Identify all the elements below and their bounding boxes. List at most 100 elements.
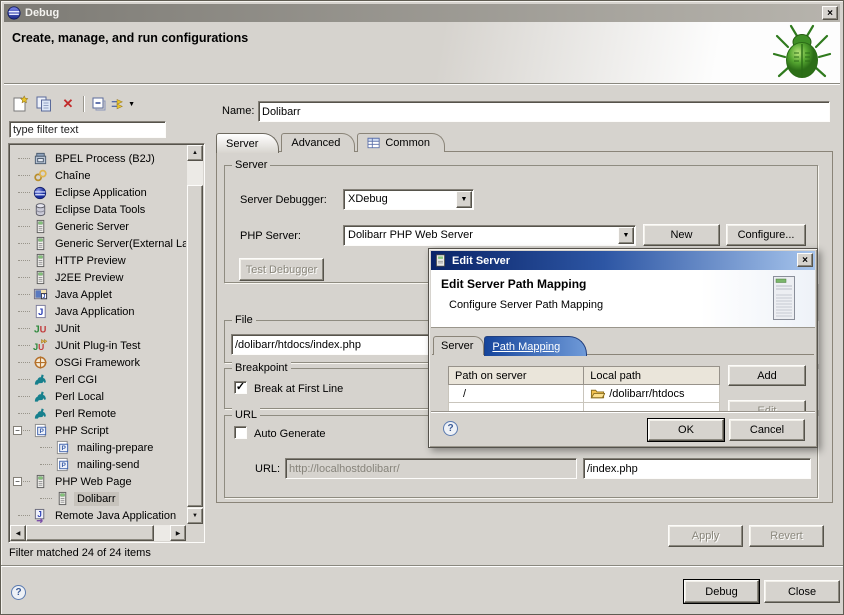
svg-text:J: J	[42, 294, 45, 300]
filter-icon	[111, 96, 126, 112]
server-debugger-label: Server Debugger:	[240, 194, 327, 206]
tree-item[interactable]: OSGi Framework	[10, 354, 186, 371]
vertical-scroll-thumb[interactable]	[187, 185, 203, 507]
close-dialog-button[interactable]: Close	[764, 580, 840, 603]
filter-status: Filter matched 24 of 24 items	[9, 547, 151, 559]
name-input[interactable]	[258, 101, 830, 122]
perl-icon	[32, 406, 48, 422]
dialog-tabs: Server Path Mapping	[433, 335, 587, 355]
revert-button[interactable]: Revert	[749, 525, 824, 547]
scroll-left-button[interactable]: ◀	[10, 525, 26, 541]
scroll-right-button[interactable]: ▶	[170, 525, 186, 541]
perl-icon	[32, 389, 48, 405]
cancel-button[interactable]: Cancel	[729, 419, 805, 441]
horizontal-scroll-thumb[interactable]	[26, 525, 154, 541]
server-debugger-combo[interactable]: XDebug ▼	[343, 189, 474, 210]
server-icon	[32, 270, 48, 286]
php-server-label: PHP Server:	[240, 230, 301, 242]
tree-item[interactable]: JJava Applet	[10, 286, 186, 303]
launch-types-panel: ✕ ▼ BPEL Proces	[6, 88, 209, 565]
tree-item[interactable]: JUJUnit	[10, 320, 186, 337]
dialog-header: Edit Server Path Mapping Configure Serve…	[431, 270, 815, 328]
tree-item[interactable]: Perl CGI	[10, 371, 186, 388]
help-button[interactable]: ?	[11, 585, 26, 600]
tree-item[interactable]: J2EE Preview	[10, 269, 186, 286]
configure-server-button[interactable]: Configure...	[726, 224, 806, 246]
tree-item[interactable]: JRemote Java Application	[10, 507, 186, 524]
tree-item[interactable]: Perl Remote	[10, 405, 186, 422]
chain-icon	[32, 168, 48, 184]
tab-server-settings[interactable]: Server	[433, 336, 484, 355]
tree-item[interactable]: −PHP Web Page	[10, 473, 186, 490]
column-local-path[interactable]: Local path	[584, 367, 720, 385]
close-icon: ×	[802, 255, 808, 266]
debug-button[interactable]: Debug	[684, 580, 759, 603]
junit-icon: JU	[32, 321, 48, 337]
apply-button[interactable]: Apply	[668, 525, 743, 547]
column-path-on-server[interactable]: Path on server	[449, 367, 584, 385]
tree-item[interactable]: Eclipse Data Tools	[10, 201, 186, 218]
tree-item[interactable]: BPEL Process (B2J)	[10, 150, 186, 167]
tree-item[interactable]: Chaîne	[10, 167, 186, 184]
duplicate-button[interactable]	[32, 93, 56, 115]
tree-item[interactable]: JUJUnit Plug-in Test	[10, 337, 186, 354]
collapse-expander[interactable]: −	[13, 477, 22, 486]
tab-advanced[interactable]: Advanced	[281, 133, 355, 152]
scroll-up-button[interactable]: ▲	[187, 145, 203, 161]
tree-item[interactable]: Pmailing-send	[10, 456, 186, 473]
banner: Create, manage, and run configurations	[4, 22, 840, 84]
ok-button[interactable]: OK	[648, 419, 724, 441]
url-path-input[interactable]	[583, 458, 811, 479]
new-configuration-button[interactable]	[8, 93, 32, 115]
collapse-all-icon	[90, 95, 108, 113]
auto-generate-checkbox[interactable]	[234, 426, 247, 439]
tree-item[interactable]: Eclipse Application	[10, 184, 186, 201]
dialog-help-button[interactable]: ?	[443, 421, 458, 436]
dialog-title: Edit Server	[452, 255, 510, 267]
break-first-line-checkbox[interactable]: ✓	[234, 381, 247, 394]
test-debugger-button[interactable]: Test Debugger	[239, 258, 324, 281]
tab-common[interactable]: Common	[357, 133, 445, 152]
table-row[interactable]: / /dolibarr/htdocs	[449, 385, 720, 403]
tree-item[interactable]: −PPHP Script	[10, 422, 186, 439]
dialog-button-bar: ? OK Cancel	[431, 411, 815, 445]
tree-item-selected[interactable]: Dolibarr	[10, 490, 186, 507]
new-server-button[interactable]: New	[643, 224, 720, 246]
add-mapping-button[interactable]: Add	[728, 365, 806, 386]
tree-item[interactable]: JJava Application	[10, 303, 186, 320]
php-file-icon: P	[54, 457, 70, 473]
tree-item[interactable]: Generic Server(External La	[10, 235, 186, 252]
tree-item[interactable]: HTTP Preview	[10, 252, 186, 269]
osgi-framework-icon	[32, 355, 48, 371]
dialog-title-bar: Edit Server ×	[431, 251, 815, 270]
filter-button[interactable]: ▼	[111, 93, 135, 115]
tree-horizontal-scrollbar[interactable]: ◀ ▶	[10, 525, 186, 541]
tree-item[interactable]: Generic Server	[10, 218, 186, 235]
tree-item[interactable]: Perl Local	[10, 388, 186, 405]
url-base-input[interactable]	[285, 458, 577, 479]
dropdown-arrow-icon[interactable]: ▼	[618, 227, 634, 244]
duplicate-icon	[35, 95, 53, 113]
tree-vertical-scrollbar[interactable]: ▲ ▼	[187, 145, 203, 524]
config-tabs: Server Advanced Common	[216, 132, 447, 152]
tree-item[interactable]: Pmailing-prepare	[10, 439, 186, 456]
filter-input[interactable]	[9, 121, 166, 138]
collapse-expander[interactable]: −	[13, 426, 22, 435]
close-button[interactable]: ×	[822, 6, 838, 20]
php-server-combo[interactable]: Dolibarr PHP Web Server ▼	[343, 225, 636, 246]
delete-button[interactable]: ✕	[56, 93, 80, 115]
break-first-line-label: Break at First Line	[254, 383, 343, 395]
path-on-server-cell[interactable]: /	[449, 385, 584, 403]
local-path-cell[interactable]: /dolibarr/htdocs	[584, 385, 720, 403]
server-icon	[54, 491, 70, 507]
server-group-legend: Server	[232, 158, 270, 172]
svg-text:U: U	[38, 342, 44, 352]
tab-server[interactable]: Server	[216, 133, 279, 153]
scroll-down-button[interactable]: ▼	[187, 508, 203, 524]
dropdown-arrow-icon[interactable]: ▼	[456, 191, 472, 208]
url-label: URL:	[255, 463, 280, 475]
svg-text:P: P	[61, 445, 66, 452]
collapse-all-button[interactable]	[87, 93, 111, 115]
tab-path-mapping[interactable]: Path Mapping	[484, 336, 587, 356]
dialog-close-button[interactable]: ×	[797, 253, 813, 267]
